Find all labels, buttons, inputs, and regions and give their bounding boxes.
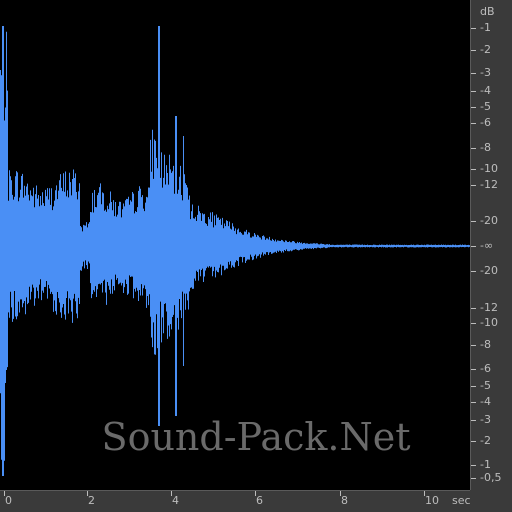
db-tick — [471, 465, 476, 466]
db-label: -1 — [480, 21, 491, 34]
waveform-path — [0, 26, 470, 476]
db-tick — [471, 402, 476, 403]
db-label: -5 — [480, 379, 491, 392]
time-label: 4 — [172, 494, 179, 507]
db-tick — [471, 271, 476, 272]
db-tick — [471, 123, 476, 124]
db-tick — [471, 73, 476, 74]
db-label: -10 — [480, 316, 498, 329]
db-tick — [471, 28, 476, 29]
db-label: -3 — [480, 413, 491, 426]
db-tick — [471, 345, 476, 346]
db-tick — [471, 91, 476, 92]
db-ruler: dB -1 -2 -3 -4 -5 -6 -8 -10 -12 -20 -∞ -20 -12 -10 -8 -… — [470, 0, 512, 490]
db-label: -12 — [480, 178, 498, 191]
waveform-graphic — [0, 26, 470, 476]
db-label: -6 — [480, 116, 491, 129]
db-label: -4 — [480, 395, 491, 408]
time-label: 10 — [425, 494, 439, 507]
db-label: -4 — [480, 84, 491, 97]
db-tick — [471, 221, 476, 222]
db-label: -5 — [480, 100, 491, 113]
db-tick — [471, 323, 476, 324]
time-label: 0 — [5, 494, 12, 507]
time-unit-label: sec — [452, 494, 471, 507]
audio-editor-window: dB -1 -2 -3 -4 -5 -6 -8 -10 -12 -20 -∞ -20 -12 -10 -8-… — [0, 0, 512, 512]
db-tick — [471, 107, 476, 108]
db-tick — [471, 50, 476, 51]
db-label: -12 — [480, 301, 498, 314]
time-label: 8 — [341, 494, 348, 507]
db-tick — [471, 169, 476, 170]
db-label: -6 — [480, 362, 491, 375]
db-tick — [471, 308, 476, 309]
db-label: -20 — [480, 264, 498, 277]
db-unit-label: dB — [480, 5, 495, 18]
db-label: -2 — [480, 43, 491, 56]
db-label: -8 — [480, 338, 491, 351]
db-tick — [471, 185, 476, 186]
db-label: -3 — [480, 66, 491, 79]
db-label: -1 — [480, 458, 491, 471]
db-label: -∞ — [480, 239, 494, 252]
db-tick — [471, 246, 476, 247]
time-ruler: sec 0 2 4 6 8 10 — [0, 490, 471, 512]
db-tick — [471, 478, 476, 479]
db-label: -10 — [480, 162, 498, 175]
time-label: 2 — [88, 494, 95, 507]
db-label: -0,5 — [480, 471, 502, 484]
waveform-view[interactable] — [0, 0, 470, 490]
db-label: -2 — [480, 434, 491, 447]
db-label: -20 — [480, 214, 498, 227]
db-tick — [471, 148, 476, 149]
db-tick — [471, 441, 476, 442]
db-tick — [471, 420, 476, 421]
db-tick — [471, 369, 476, 370]
db-tick — [471, 386, 476, 387]
db-label: -8 — [480, 141, 491, 154]
time-label: 6 — [256, 494, 263, 507]
